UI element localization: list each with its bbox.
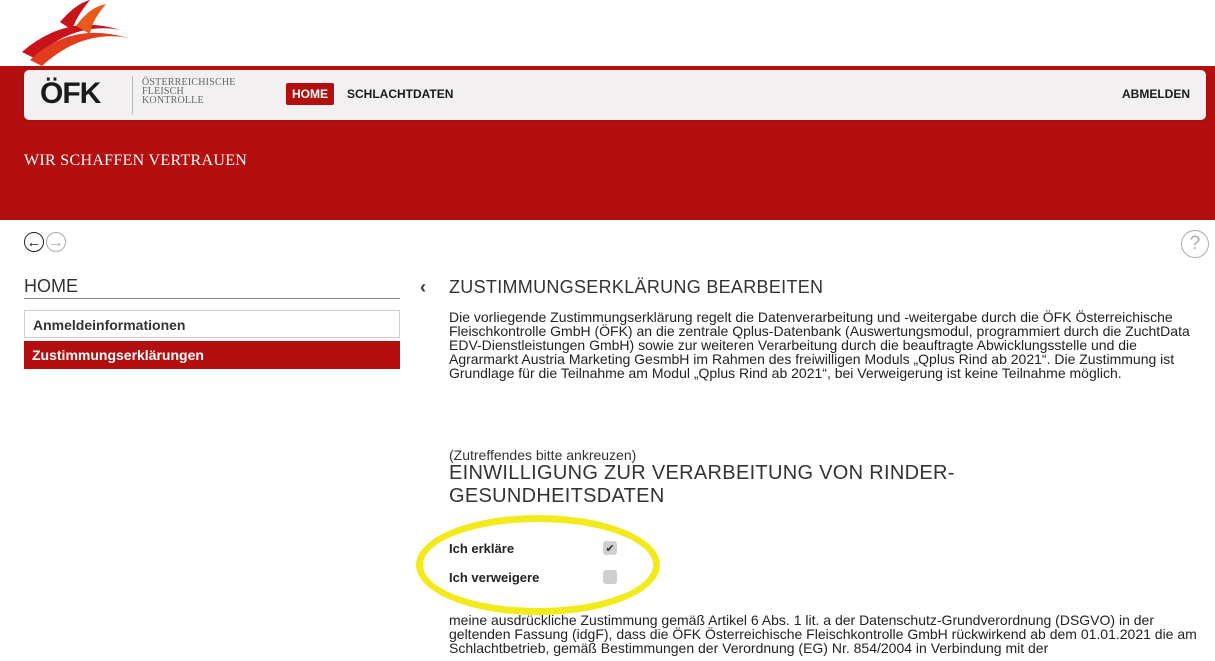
sidebar-divider: [24, 298, 400, 299]
nav-schlachtdaten-link[interactable]: SCHLACHTDATEN: [347, 87, 453, 101]
arrow-right-icon[interactable]: →: [46, 232, 66, 252]
page-title: ZUSTIMMUNGSERKLÄRUNG BEARBEITEN: [449, 277, 824, 297]
brand-subtitle-line: KONTROLLE: [142, 95, 204, 106]
brand-slogan: WIR SCHAFFEN VERTRAUEN: [24, 152, 248, 169]
logo-swoosh-icon: [22, 0, 128, 66]
arrow-left-icon[interactable]: ←: [24, 232, 44, 252]
sidebar-title: HOME: [24, 276, 78, 296]
collapse-sidebar-icon[interactable]: ‹: [420, 277, 426, 298]
help-icon[interactable]: ?: [1181, 230, 1209, 258]
brand-subtitle: ÖSTERREICHISCHE FLEISCH KONTROLLE: [142, 78, 236, 106]
section-title: EINWILLIGUNG ZUR VERARBEITUNG VON RINDER…: [449, 462, 955, 507]
consent-paragraph: meine ausdrückliche Zustimmung gemäß Art…: [449, 612, 1197, 656]
logo-divider: [132, 76, 133, 114]
instruction-hint: (Zutreffendes bitte ankreuzen): [449, 447, 637, 463]
sidebar-item-anmeldeinformationen[interactable]: Anmeldeinformationen: [24, 310, 400, 338]
nav-home-link[interactable]: HOME: [286, 83, 334, 105]
logout-link[interactable]: ABMELDEN: [1122, 87, 1190, 101]
sidebar-item-zustimmungserklaerungen[interactable]: Zustimmungserklärungen: [24, 341, 400, 369]
top-navigation-bar: ÖFK ÖSTERREICHISCHE FLEISCH KONTROLLE HO…: [24, 70, 1206, 120]
highlight-annotation-ring: [416, 515, 660, 615]
brand-logo[interactable]: ÖFK: [40, 78, 101, 110]
intro-paragraph: Die vorliegende Zustimmungserklärung reg…: [449, 309, 1190, 381]
